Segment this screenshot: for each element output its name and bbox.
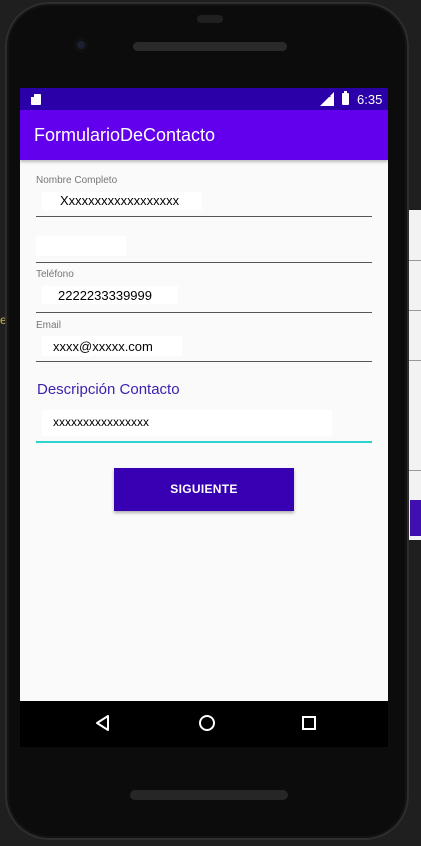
app-bar: FormularioDeContacto	[20, 110, 388, 160]
sd-card-icon	[31, 94, 41, 105]
blank-field-underline	[36, 262, 372, 263]
status-bar: LTE 6:35	[20, 88, 388, 110]
telefono-label: Teléfono	[36, 269, 74, 280]
nombre-underline	[36, 216, 372, 217]
proximity-sensor	[197, 15, 223, 23]
front-camera-icon	[74, 38, 88, 52]
earpiece-speaker	[133, 42, 287, 51]
back-icon[interactable]	[94, 714, 112, 732]
nombre-value[interactable]: Xxxxxxxxxxxxxxxxxx	[60, 193, 179, 208]
email-underline	[36, 361, 372, 362]
app-title: FormularioDeContacto	[34, 125, 216, 145]
battery-icon	[342, 91, 349, 105]
nombre-label: Nombre Completo	[36, 175, 118, 186]
descripcion-label: Descripción Contacto	[37, 381, 180, 398]
network-type: LTE	[318, 92, 331, 99]
status-time: 6:35	[357, 92, 383, 107]
email-value[interactable]: xxxx@xxxxx.com	[53, 339, 153, 354]
home-icon[interactable]	[198, 714, 216, 732]
telefono-underline	[36, 312, 372, 313]
email-label: Email	[36, 320, 62, 331]
background-panel	[408, 210, 421, 540]
edit-smudge	[36, 236, 126, 256]
bottom-speaker	[130, 790, 288, 800]
siguiente-button[interactable]: SIGUIENTE	[114, 468, 294, 511]
descripcion-focus-underline	[36, 441, 372, 443]
recents-icon[interactable]	[301, 715, 317, 731]
descripcion-value[interactable]: xxxxxxxxxxxxxxxx	[53, 415, 149, 429]
telefono-value[interactable]: 2222233339999	[58, 288, 152, 303]
navigation-bar	[20, 701, 388, 747]
device-screen: LTE 6:35 FormularioDeContacto Nombre Com…	[20, 88, 388, 701]
background-button	[410, 500, 421, 536]
emulator-scene: e LTE 6:35 FormularioDeContacto Nombre C…	[0, 0, 421, 846]
